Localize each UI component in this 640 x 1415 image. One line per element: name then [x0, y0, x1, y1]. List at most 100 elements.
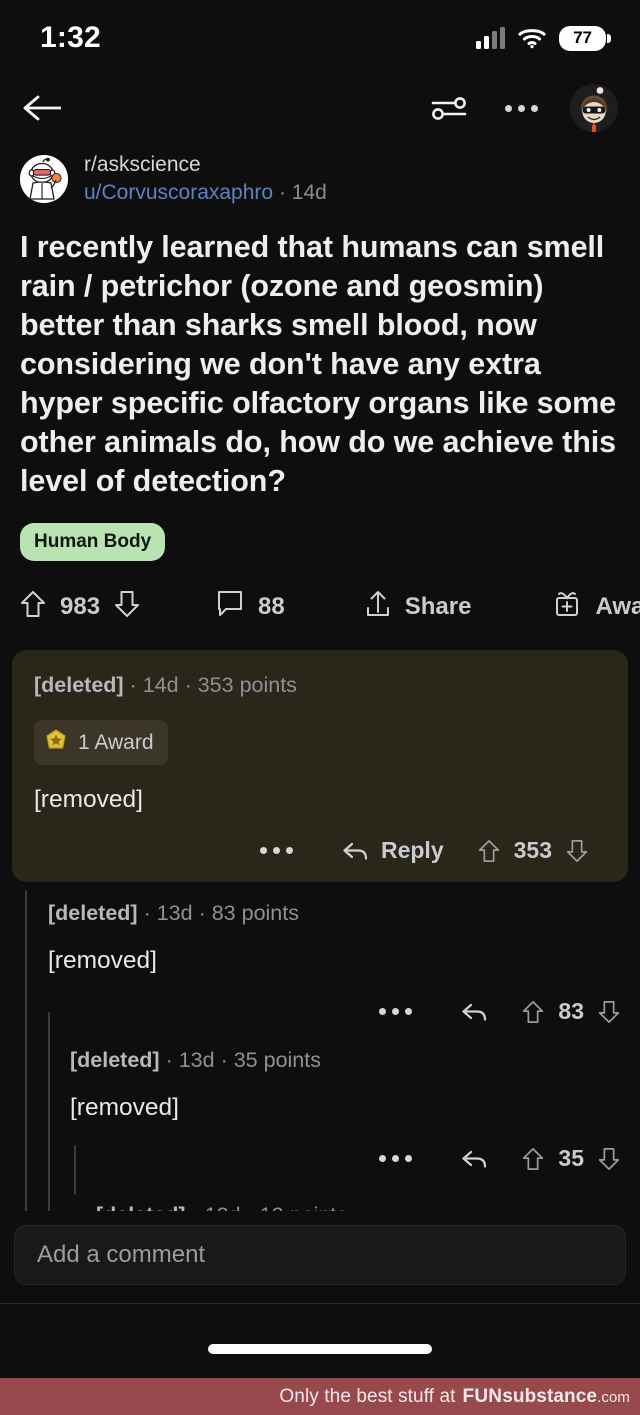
comment-header: [deleted] · 13d · 35 points [70, 1047, 640, 1073]
gold-award-icon [44, 728, 68, 757]
post-comment-count: 88 [258, 592, 285, 620]
comment-vote-count: 83 [558, 998, 584, 1024]
comment-reply-label: Reply [380, 837, 444, 863]
status-time: 1:32 [40, 21, 101, 54]
comment-action-row: 35 [70, 1145, 640, 1172]
back-arrow-icon[interactable] [18, 85, 64, 131]
reply-arrow-icon [343, 842, 368, 860]
watermark-brand-bold: FUN [462, 1385, 503, 1407]
post-score: 983 [60, 592, 101, 620]
comment-award-label: 1 Award [78, 730, 154, 754]
add-comment-placeholder: Add a comment [37, 1241, 206, 1268]
comment-author: [deleted] [70, 1048, 160, 1072]
sort-filter-icon[interactable] [426, 85, 472, 131]
share-icon [365, 589, 391, 624]
comment-age: 14d [142, 673, 179, 697]
watermark-prefix: Only the best stuff at [279, 1385, 456, 1407]
post-container: r/askscience u/Corvuscoraxaphro · 14d I … [0, 144, 640, 650]
upvote-arrow-icon [523, 1000, 544, 1023]
comment-more-options-icon[interactable] [259, 847, 293, 854]
comment-header: [deleted] · 13d · 83 points [48, 900, 640, 926]
comment-item[interactable]: [deleted] · 13d · 83 points [removed] 83 [0, 882, 640, 1025]
cellular-signal-icon [476, 27, 505, 49]
meta-sep: · [143, 901, 157, 925]
comment-points: 353 points [197, 673, 297, 697]
meta-sep: · [198, 901, 212, 925]
post-award-button[interactable]: Award [553, 589, 640, 624]
comment-item[interactable]: [deleted] · 13d · 35 points [removed] 35 [0, 1025, 640, 1172]
comment-vote-group: 353 [478, 837, 588, 864]
askscience-snoo-avatar[interactable] [20, 155, 68, 203]
subreddit-name[interactable]: r/askscience [84, 152, 327, 178]
comment-age: 13d [178, 1048, 215, 1072]
post-flair[interactable]: Human Body [20, 523, 166, 561]
award-gift-icon [553, 589, 581, 624]
comment-more-options-icon[interactable] [379, 1155, 413, 1162]
comment-body: [removed] [48, 947, 157, 974]
battery-percent: 77 [573, 28, 592, 47]
watermark-brand-rest: substance [502, 1385, 598, 1407]
watermark-bar: Only the best stuff at FUN substance .co… [0, 1378, 640, 1415]
comment-highlighted[interactable]: [deleted] · 14d · 353 points 1 Award [re… [12, 650, 628, 882]
nav-actions [426, 84, 618, 132]
post-action-bar: 983 88 Share Awa [20, 589, 640, 650]
comment-points: 83 points [211, 901, 299, 925]
post-age: 14d [291, 181, 327, 204]
post-vote-group: 983 [20, 589, 140, 624]
comment-body: [removed] [70, 1094, 179, 1121]
comment-composer: Add a comment [0, 1211, 640, 1303]
comment-action-row: Reply 353 [34, 837, 608, 864]
comment-vote-count: 35 [558, 1145, 584, 1171]
comment-vote-count: 353 [513, 837, 552, 863]
battery-icon: 77 [559, 25, 611, 51]
watermark-text: Only the best stuff at FUN substance .co… [279, 1386, 630, 1408]
meta-sep: · [184, 673, 198, 697]
comment-reply-button[interactable]: Reply [341, 837, 444, 864]
comment-award-badge[interactable]: 1 Award [34, 720, 168, 765]
downvote-arrow-icon [598, 1000, 620, 1023]
meta-sep: · [129, 673, 143, 697]
post-author-line: u/Corvuscoraxaphro · 14d [84, 179, 327, 206]
post-title: I recently learned that humans can smell… [20, 230, 616, 498]
phone-screen: 1:32 77 r/askscience u/Corvuscoraxaphro … [0, 0, 640, 1415]
comment-vote-group: 83 [522, 998, 620, 1025]
comment-bubble-icon [216, 589, 244, 624]
upvote-arrow-icon[interactable] [20, 589, 46, 624]
wifi-icon [518, 27, 546, 49]
status-bar: 1:32 77 [0, 0, 640, 72]
comment-vote-group: 35 [522, 1145, 620, 1172]
post-share-button[interactable]: Share [365, 589, 472, 624]
downvote-arrow-icon[interactable] [114, 589, 140, 624]
post-award-label: Award [595, 592, 640, 620]
meta-sep: · [220, 1048, 234, 1072]
meta-separator: · [278, 181, 286, 204]
reply-arrow-icon [462, 1003, 487, 1021]
post-author[interactable]: u/Corvuscoraxaphro [84, 181, 273, 204]
meta-sep: · [165, 1048, 179, 1072]
comment-action-row: 83 [48, 998, 640, 1025]
downvote-arrow-icon [598, 1147, 620, 1170]
downvote-arrow-icon [566, 839, 588, 862]
comment-reply-button[interactable] [460, 1000, 488, 1024]
more-options-icon[interactable] [498, 85, 544, 131]
comment-author: [deleted] [34, 673, 124, 697]
comment-points: 35 points [233, 1048, 321, 1072]
comment-header: [deleted] · 14d · 353 points [34, 672, 608, 698]
post-comments-group[interactable]: 88 [216, 589, 285, 624]
add-comment-input[interactable]: Add a comment [14, 1225, 626, 1285]
home-indicator[interactable] [208, 1344, 432, 1354]
post-share-label: Share [404, 592, 472, 620]
post-meta: r/askscience u/Corvuscoraxaphro · 14d [84, 152, 327, 206]
watermark-tld: .com [597, 1388, 630, 1406]
nav-bar [0, 72, 640, 144]
upvote-arrow-icon [523, 1147, 544, 1170]
comment-age: 13d [156, 901, 193, 925]
user-avatar-icon[interactable] [570, 84, 618, 132]
status-indicators: 77 [476, 25, 611, 51]
comment-more-options-icon[interactable] [379, 1008, 413, 1015]
upvote-arrow-icon [478, 839, 499, 862]
comment-author: [deleted] [48, 901, 138, 925]
comment-body: [removed] [34, 786, 143, 813]
home-indicator-area [0, 1303, 640, 1378]
comment-reply-button[interactable] [460, 1147, 488, 1171]
